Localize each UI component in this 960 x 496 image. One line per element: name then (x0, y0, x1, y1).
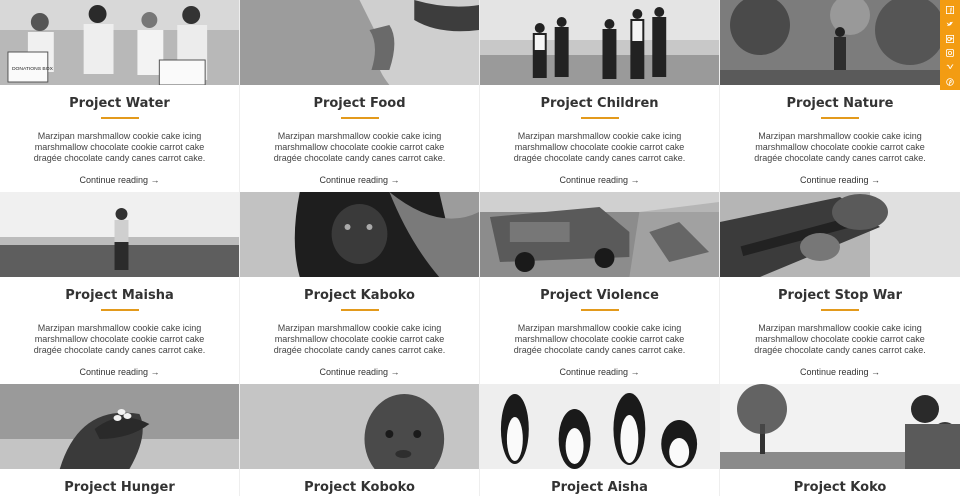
continue-reading-link[interactable]: Continue reading → (480, 175, 719, 185)
title-underline (821, 117, 859, 119)
project-card: Project Food Marzipan marshmallow cookie… (240, 0, 480, 192)
project-card: Project Koboko (240, 384, 480, 496)
project-card: Project Kaboko Marzipan marshmallow cook… (240, 192, 480, 384)
project-title[interactable]: Project Food (240, 96, 479, 112)
project-title[interactable]: Project Water (0, 96, 239, 112)
title-underline (580, 117, 619, 119)
continue-reading-link[interactable]: Continue reading → (0, 175, 239, 185)
project-excerpt: Marzipan marshmallow cookie cake icing m… (273, 131, 446, 163)
project-image[interactable] (480, 384, 719, 469)
project-grid: DONATIONS BOX Project Water Marzipan mar… (0, 0, 960, 496)
box-label: DONATIONS BOX (12, 66, 54, 72)
project-image[interactable] (240, 0, 479, 85)
project-title[interactable]: Project Maisha (0, 288, 239, 304)
pinterest-icon[interactable] (940, 74, 960, 88)
project-image[interactable] (480, 0, 719, 85)
project-title[interactable]: Project Koboko (240, 480, 479, 496)
title-underline (100, 309, 139, 311)
project-image[interactable] (0, 384, 239, 469)
title-underline (821, 309, 859, 311)
project-excerpt: Marzipan marshmallow cookie cake icing m… (33, 323, 206, 355)
project-image[interactable] (0, 192, 239, 277)
project-card: Project Violence Marzipan marshmallow co… (480, 192, 720, 384)
title-underline (340, 117, 379, 119)
continue-reading-link[interactable]: Continue reading → (240, 367, 479, 377)
title-underline (340, 309, 379, 311)
project-image[interactable] (720, 384, 960, 469)
project-title[interactable]: Project Aisha (480, 480, 719, 496)
project-card: Project Stop War Marzipan marshmallow co… (720, 192, 960, 384)
project-card: Project Koko (720, 384, 960, 496)
project-image[interactable]: DONATIONS BOX (0, 0, 239, 85)
project-image[interactable] (720, 192, 960, 277)
project-card: Project Maisha Marzipan marshmallow cook… (0, 192, 240, 384)
continue-reading-link[interactable]: Continue reading → (480, 367, 719, 377)
project-image[interactable] (240, 192, 479, 277)
project-excerpt: Marzipan marshmallow cookie cake icing m… (754, 131, 926, 163)
project-title[interactable]: Project Violence (480, 288, 719, 304)
google-plus-icon[interactable] (940, 32, 960, 46)
title-underline (100, 117, 139, 119)
project-title[interactable]: Project Hunger (0, 480, 239, 496)
project-excerpt: Marzipan marshmallow cookie cake icing m… (754, 323, 926, 355)
project-title[interactable]: Project Nature (720, 96, 960, 112)
project-card: Project Hunger (0, 384, 240, 496)
project-card: Project Nature Marzipan marshmallow cook… (720, 0, 960, 192)
project-title[interactable]: Project Children (480, 96, 719, 112)
project-image[interactable] (240, 384, 479, 469)
project-title[interactable]: Project Stop War (720, 288, 960, 304)
project-excerpt: Marzipan marshmallow cookie cake icing m… (513, 131, 686, 163)
project-image[interactable] (480, 192, 719, 277)
continue-reading-link[interactable]: Continue reading → (720, 175, 960, 185)
continue-reading-link[interactable]: Continue reading → (0, 367, 239, 377)
continue-reading-link[interactable]: Continue reading → (720, 367, 960, 377)
project-excerpt: Marzipan marshmallow cookie cake icing m… (33, 131, 206, 163)
project-image[interactable] (720, 0, 960, 85)
project-card: DONATIONS BOX Project Water Marzipan mar… (0, 0, 240, 192)
vimeo-icon[interactable] (940, 60, 960, 74)
project-card: Project Children Marzipan marshmallow co… (480, 0, 720, 192)
title-underline (580, 309, 619, 311)
project-title[interactable]: Project Koko (720, 480, 960, 496)
instagram-icon[interactable] (940, 46, 960, 60)
twitter-icon[interactable] (940, 17, 960, 31)
facebook-icon[interactable] (940, 3, 960, 17)
continue-reading-link[interactable]: Continue reading → (240, 175, 479, 185)
project-card: Project Aisha (480, 384, 720, 496)
project-excerpt: Marzipan marshmallow cookie cake icing m… (273, 323, 446, 355)
project-excerpt: Marzipan marshmallow cookie cake icing m… (513, 323, 686, 355)
project-title[interactable]: Project Kaboko (240, 288, 479, 304)
social-bar (940, 0, 960, 90)
